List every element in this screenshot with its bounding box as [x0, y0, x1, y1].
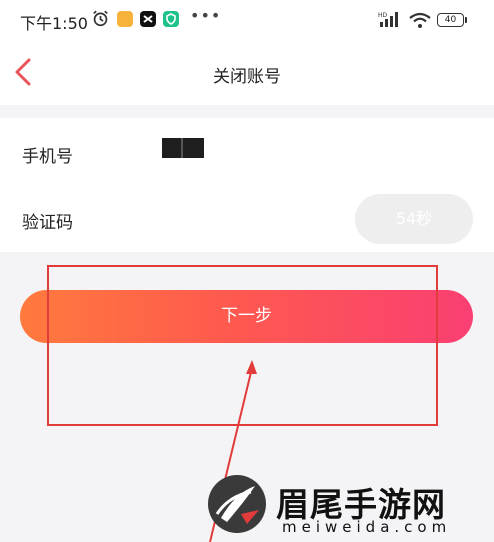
watermark-logo-icon: [208, 475, 266, 533]
alarm-icon: [93, 10, 108, 27]
code-label: 验证码: [22, 213, 73, 233]
wifi-icon: [409, 12, 431, 28]
page-title: 关闭账号: [213, 67, 281, 87]
battery-level: 40: [444, 15, 457, 25]
hd-signal-icon: HD: [378, 12, 398, 27]
status-time: 下午1:50: [20, 14, 88, 33]
annotation-highlight-box: [47, 265, 438, 426]
account-form: 手机号 验证码 54秒: [0, 118, 494, 252]
watermark-site: meiweida.com: [282, 518, 452, 536]
shield-app-icon: [163, 11, 179, 27]
nav-bar: 关闭账号: [0, 40, 494, 105]
status-bar: 下午1:50 ••• HD 40: [0, 0, 494, 40]
battery-cap: [465, 17, 467, 23]
resend-code-countdown-button[interactable]: 54秒: [355, 194, 473, 244]
more-icon: •••: [190, 6, 222, 25]
phone-label: 手机号: [22, 147, 73, 167]
phone-number-redacted: [162, 138, 204, 158]
svg-text:HD: HD: [378, 12, 388, 19]
notes-app-icon: [117, 11, 133, 27]
capcut-app-icon: [140, 11, 156, 27]
